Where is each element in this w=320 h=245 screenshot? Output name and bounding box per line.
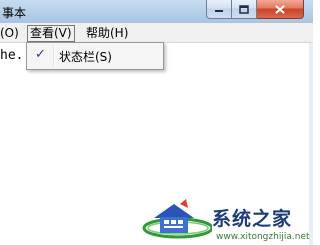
house-logo-icon — [142, 199, 212, 239]
watermark-text: 系统之家 — [212, 208, 293, 230]
watermark-url: www.xitongzhijia.net — [216, 232, 310, 242]
window-titlebar[interactable]: 事本 — [0, 0, 313, 23]
maximize-icon — [239, 4, 249, 14]
checkmark-icon: ✓ — [35, 47, 46, 62]
window-title: 事本 — [2, 6, 27, 20]
menu-help[interactable]: 帮助(H) — [84, 25, 130, 42]
watermark-logo: 系统之家 www.xitongzhijia.net — [140, 196, 313, 245]
menu-bar: (O) 查看(V) 帮助(H) — [0, 23, 313, 43]
maximize-button[interactable] — [232, 0, 257, 19]
menu-item-status-bar-label: 状态栏(S) — [59, 50, 112, 64]
minimize-button[interactable] — [206, 0, 232, 19]
caption-buttons — [206, 0, 304, 19]
menu-item-status-bar[interactable]: ✓ 状态栏(S) — [29, 45, 161, 67]
close-button[interactable] — [257, 0, 304, 19]
close-icon — [275, 4, 285, 14]
view-dropdown-menu: ✓ 状态栏(S) — [26, 42, 164, 70]
menu-view[interactable]: 查看(V) — [27, 25, 75, 42]
menu-format[interactable]: (O) — [0, 25, 21, 42]
editor-text: he. — [0, 48, 24, 63]
minimize-icon — [215, 10, 223, 12]
